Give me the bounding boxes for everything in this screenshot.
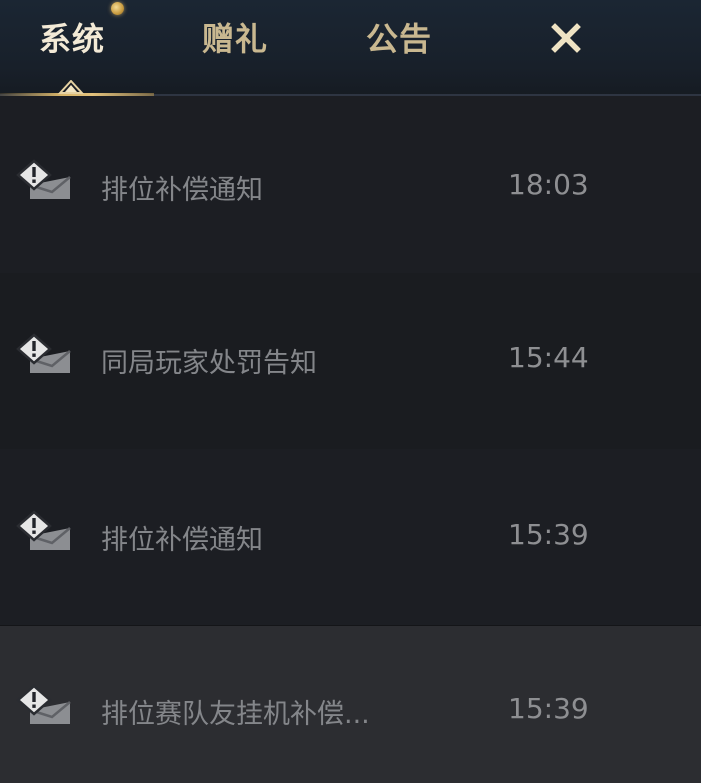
warning-mail-icon <box>16 684 71 724</box>
mail-list: 排位补偿通知 18:03 同局玩家处罚告知 15:44 排位补偿通知 15:39… <box>0 96 701 783</box>
mail-title: 同局玩家处罚告知 <box>101 348 317 379</box>
close-icon[interactable] <box>546 18 586 58</box>
warning-mail-icon <box>16 159 71 199</box>
list-item[interactable]: 排位补偿通知 15:39 <box>0 449 701 626</box>
mail-time: 18:03 <box>508 168 589 201</box>
tab-notice[interactable]: 公告 <box>347 14 451 64</box>
mail-time: 15:39 <box>508 518 589 551</box>
indicator-diamond-icon <box>58 80 84 94</box>
mail-title: 排位赛队友挂机补偿... <box>101 699 370 730</box>
mail-title: 排位补偿通知 <box>101 525 263 556</box>
warning-mail-icon <box>16 510 71 550</box>
tab-gift[interactable]: 赠礼 <box>183 14 287 64</box>
list-item[interactable]: 同局玩家处罚告知 15:44 <box>0 273 701 450</box>
mail-time: 15:44 <box>508 341 589 374</box>
list-item[interactable]: 排位赛队友挂机补偿... 15:39 <box>0 626 701 783</box>
warning-mail-icon <box>16 333 71 373</box>
mail-panel: 系统 赠礼 公告 排位补偿通知 18:03 同局玩家处罚告知 15:44 排位补… <box>0 0 701 783</box>
mail-title: 排位补偿通知 <box>101 175 263 206</box>
notification-dot-icon <box>111 2 124 15</box>
mail-time: 15:39 <box>508 692 589 725</box>
list-item[interactable]: 排位补偿通知 18:03 <box>0 96 701 274</box>
tab-system[interactable]: 系统 <box>20 14 124 64</box>
tab-bar: 系统 赠礼 公告 <box>0 0 701 96</box>
